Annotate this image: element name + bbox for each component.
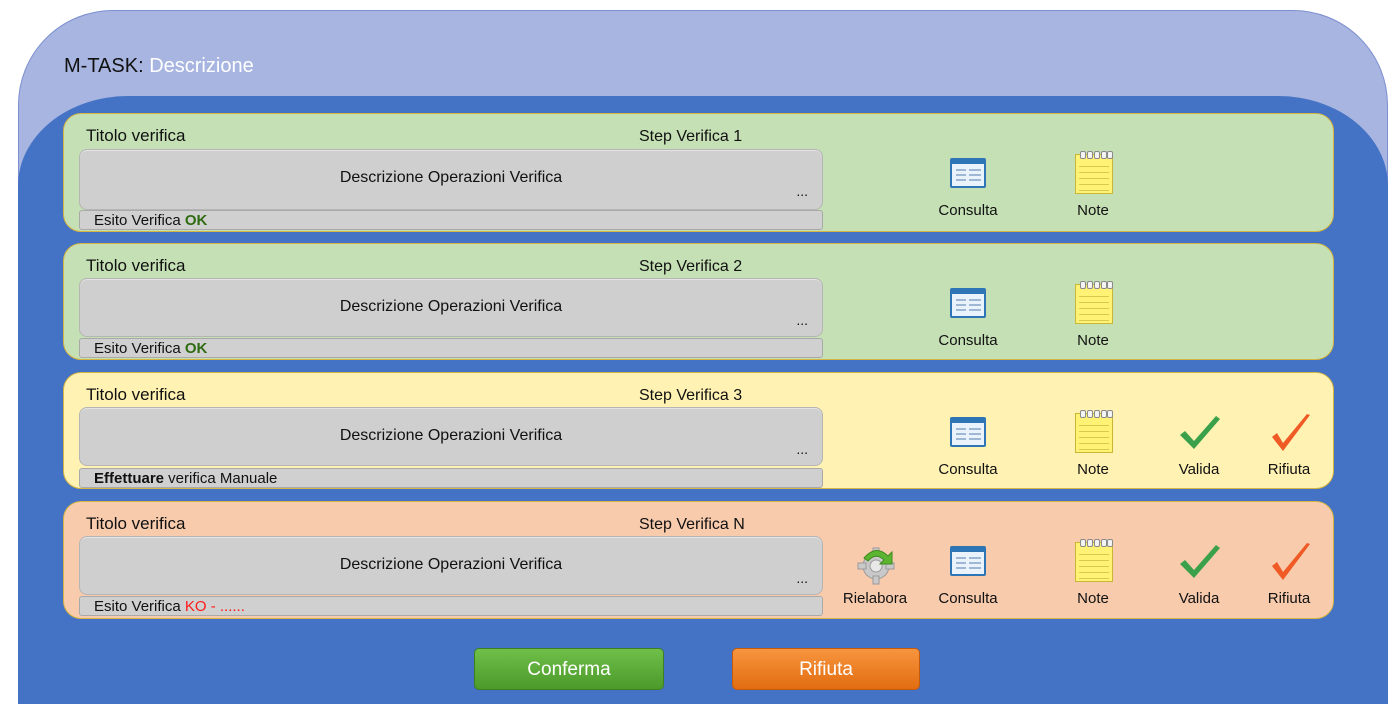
- step-status-bar: Esito Verifica KO - ......: [79, 596, 823, 616]
- task-description: Descrizione: [149, 55, 254, 77]
- task-prefix: M-TASK:: [64, 55, 144, 77]
- description-more-ellipsis[interactable]: ...: [796, 312, 808, 328]
- green-checkmark-icon: [1180, 545, 1220, 578]
- step-description-box[interactable]: Descrizione Operazioni Verifica ...: [79, 407, 823, 466]
- note-button[interactable]: Note: [1048, 151, 1138, 219]
- notepad-icon: [1075, 410, 1113, 453]
- step-description-box[interactable]: Descrizione Operazioni Verifica ...: [79, 278, 823, 337]
- step-status-bar: Esito Verifica OK: [79, 210, 823, 230]
- note-button[interactable]: Note: [1048, 539, 1138, 607]
- valida-button[interactable]: Valida: [1154, 542, 1244, 607]
- step-card-1: Titolo verifica Step Verifica 1 Descrizi…: [63, 113, 1334, 232]
- step-description: Descrizione Operazioni Verifica: [339, 556, 563, 573]
- step-label: Step Verifica 3: [639, 387, 743, 404]
- rifiuta-label: Rifiuta: [1267, 461, 1311, 478]
- step-card-3: Titolo verifica Step Verifica 3 Descrizi…: [63, 372, 1334, 489]
- step-status: Esito Verifica OK: [94, 340, 207, 357]
- status-ok: OK: [184, 340, 208, 357]
- step-card-n: Titolo verifica Step Verifica N Descrizi…: [63, 501, 1334, 619]
- rifiuta-step-button[interactable]: Rifiuta: [1244, 542, 1334, 607]
- status-prefix: Esito Verifica: [94, 212, 185, 229]
- notepad-icon: [1075, 151, 1113, 194]
- step-label: Step Verifica 2: [639, 258, 743, 275]
- green-checkmark-icon: [1180, 416, 1220, 449]
- status-ok: OK: [184, 212, 208, 229]
- orange-checkmark-icon: [1272, 543, 1310, 580]
- step-card-2: Titolo verifica Step Verifica 2 Descrizi…: [63, 243, 1334, 360]
- description-more-ellipsis[interactable]: ...: [796, 441, 808, 457]
- step-status: Esito Verifica KO - ......: [94, 598, 245, 615]
- consulta-label: Consulta: [938, 332, 998, 349]
- step-description: Descrizione Operazioni Verifica: [339, 298, 563, 315]
- step-description-box[interactable]: Descrizione Operazioni Verifica ...: [79, 536, 823, 595]
- consulta-button[interactable]: Consulta: [923, 284, 1013, 349]
- note-label: Note: [1077, 202, 1109, 219]
- gear-refresh-icon: [857, 547, 895, 585]
- consulta-button[interactable]: Consulta: [923, 413, 1013, 478]
- status-prefix: Esito Verifica: [94, 598, 185, 615]
- rielabora-button[interactable]: Rielabora: [830, 542, 920, 607]
- step-status: Esito Verifica OK: [94, 212, 207, 229]
- table-window-icon: [950, 288, 986, 318]
- step-title: Titolo verifica: [86, 256, 186, 275]
- description-more-ellipsis[interactable]: ...: [796, 570, 808, 586]
- table-window-icon: [950, 158, 986, 188]
- step-status-bar: Esito Verifica OK: [79, 338, 823, 358]
- step-label: Step Verifica N: [639, 516, 745, 533]
- consulta-button[interactable]: Consulta: [923, 542, 1013, 607]
- reject-button[interactable]: Rifiuta: [732, 648, 920, 690]
- orange-checkmark-icon: [1272, 414, 1310, 451]
- step-status-bar: Effettuare verifica Manuale: [79, 468, 823, 488]
- note-label: Note: [1077, 332, 1109, 349]
- step-description: Descrizione Operazioni Verifica: [339, 169, 563, 186]
- status-prefix: Esito Verifica: [94, 340, 185, 357]
- status-action: Effettuare: [94, 470, 165, 487]
- step-label: Step Verifica 1: [639, 128, 743, 145]
- valida-label: Valida: [1178, 461, 1220, 478]
- table-window-icon: [950, 546, 986, 576]
- step-status: Effettuare verifica Manuale: [94, 470, 277, 487]
- status-rest: verifica Manuale: [164, 470, 278, 487]
- note-button[interactable]: Note: [1048, 410, 1138, 478]
- valida-label: Valida: [1178, 590, 1220, 607]
- consulta-button[interactable]: Consulta: [923, 154, 1013, 219]
- step-title: Titolo verifica: [86, 385, 186, 404]
- step-title: Titolo verifica: [86, 126, 186, 145]
- note-label: Note: [1077, 461, 1109, 478]
- consulta-label: Consulta: [938, 590, 998, 607]
- confirm-button[interactable]: Conferma: [474, 648, 664, 690]
- consulta-label: Consulta: [938, 461, 998, 478]
- step-title: Titolo verifica: [86, 514, 186, 533]
- note-button[interactable]: Note: [1048, 281, 1138, 349]
- consulta-label: Consulta: [938, 202, 998, 219]
- task-header: M-TASK: Descrizione: [64, 55, 254, 78]
- description-more-ellipsis[interactable]: ...: [796, 183, 808, 199]
- step-description-box[interactable]: Descrizione Operazioni Verifica ...: [79, 149, 823, 210]
- notepad-icon: [1075, 539, 1113, 582]
- rifiuta-label: Rifiuta: [1267, 590, 1311, 607]
- valida-button[interactable]: Valida: [1154, 413, 1244, 478]
- rifiuta-step-button[interactable]: Rifiuta: [1244, 413, 1334, 478]
- table-window-icon: [950, 417, 986, 447]
- status-ko: KO - ......: [184, 598, 245, 615]
- note-label: Note: [1077, 590, 1109, 607]
- step-description: Descrizione Operazioni Verifica: [339, 427, 563, 444]
- rielabora-label: Rielabora: [842, 590, 908, 607]
- notepad-icon: [1075, 281, 1113, 324]
